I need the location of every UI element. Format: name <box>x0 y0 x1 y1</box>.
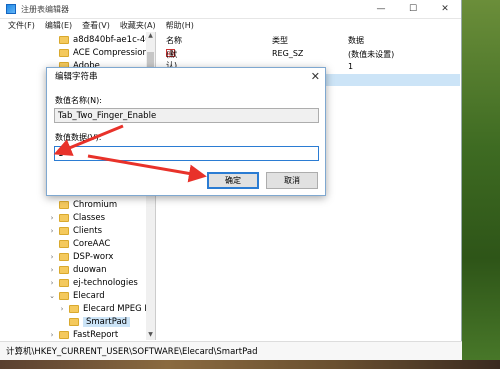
value-data-input[interactable]: 1 <box>54 146 319 161</box>
menu-view[interactable]: 查看(V) <box>82 20 110 31</box>
folder-icon <box>59 240 69 248</box>
window-title: 注册表编辑器 <box>21 4 69 14</box>
tree-item-label: duowan <box>73 265 107 275</box>
value-data-cell: (数值未设置) <box>348 50 395 59</box>
tree-expander[interactable]: ⌄ <box>48 292 56 300</box>
tree-item-label: ej-technologies <box>73 278 138 288</box>
tree-item-label: SmartPad <box>83 317 131 327</box>
edit-string-dialog: 编辑字符串 ✕ 数值名称(N): Tab_Two_Finger_Enable 数… <box>46 67 326 196</box>
tree-expander[interactable]: › <box>58 305 66 313</box>
tree-item-elecard[interactable]: ⌄ Elecard <box>48 290 105 302</box>
folder-icon <box>59 331 69 339</box>
folder-icon <box>59 253 69 261</box>
menu-file[interactable]: 文件(F) <box>8 20 35 31</box>
status-bar-path: 计算机\HKEY_CURRENT_USER\SOFTWARE\Elecard\S… <box>0 341 462 360</box>
tree-expander[interactable]: › <box>48 227 56 235</box>
tree-item[interactable]: CoreAAC <box>48 238 110 250</box>
tree-item-label: ACE Compression Sc <box>73 48 156 58</box>
tree-expander[interactable]: › <box>48 214 56 222</box>
tree-item-label: DSP-worx <box>73 252 114 262</box>
tree-expander[interactable]: › <box>48 266 56 274</box>
folder-icon <box>59 36 69 44</box>
value-type-cell: REG_SZ <box>272 49 304 58</box>
tree-item-label: Clients <box>73 226 103 236</box>
tree-item[interactable]: › Elecard MPEG De <box>58 303 155 315</box>
cancel-button[interactable]: 取消 <box>266 172 318 189</box>
tree-item-smartpad[interactable]: SmartPad <box>58 316 131 328</box>
tree-item-label: Classes <box>73 213 106 223</box>
tree-item[interactable]: › duowan <box>48 264 107 276</box>
menu-edit[interactable]: 编辑(E) <box>45 20 72 31</box>
folder-icon <box>59 49 69 57</box>
column-header-type[interactable]: 类型 <box>272 35 288 46</box>
value-data-cell: 1 <box>348 62 354 71</box>
tree-expander[interactable]: › <box>48 253 56 261</box>
tree-item-label: CoreAAC <box>73 239 111 249</box>
folder-icon <box>59 227 69 235</box>
value-name-label: 数值名称(N): <box>55 96 102 105</box>
scroll-down-icon[interactable]: ▼ <box>146 331 155 340</box>
tree-item-label: a8d840bf-ae1c-4092 <box>73 35 156 45</box>
folder-icon <box>59 279 69 287</box>
folder-icon <box>69 318 79 326</box>
dialog-close-icon[interactable]: ✕ <box>311 70 320 83</box>
column-header-name[interactable]: 名称 <box>166 35 182 46</box>
tree-item-label: FastReport <box>73 330 119 340</box>
taskbar-strip <box>0 360 500 369</box>
tree-item[interactable]: › Clients <box>48 225 102 237</box>
list-row-default[interactable]: ab (默认) REG_SZ (数值未设置) <box>160 49 460 70</box>
maximize-button[interactable]: ☐ <box>397 0 429 18</box>
column-header-data[interactable]: 数据 <box>348 35 364 46</box>
menu-help[interactable]: 帮助(H) <box>166 20 194 31</box>
tree-item[interactable]: › ej-technologies <box>48 277 138 289</box>
title-bar: 注册表编辑器 — ☐ ✕ <box>0 0 461 19</box>
desktop-background <box>462 0 500 369</box>
ok-button[interactable]: 确定 <box>207 172 259 189</box>
value-name-field[interactable]: Tab_Two_Finger_Enable <box>54 108 319 123</box>
tree-item[interactable]: ACE Compression Sc <box>48 47 156 59</box>
folder-icon <box>59 214 69 222</box>
list-header: 名称 类型 数据 <box>160 35 460 47</box>
folder-icon <box>59 201 69 209</box>
menu-bar: 文件(F) 编辑(E) 查看(V) 收藏夹(A) 帮助(H) <box>0 19 461 32</box>
folder-icon <box>69 305 79 313</box>
close-button[interactable]: ✕ <box>429 0 461 18</box>
tree-item[interactable]: a8d840bf-ae1c-4092 <box>48 34 156 46</box>
value-data-label: 数值数据(V): <box>55 133 102 142</box>
folder-icon <box>59 292 69 300</box>
dialog-title: 编辑字符串 <box>55 72 98 82</box>
tree-item[interactable]: › Classes <box>48 212 105 224</box>
tree-item-label: Chromium <box>73 200 118 210</box>
tree-item-label: Elecard <box>73 291 105 301</box>
tree-item[interactable]: › FastReport <box>48 329 119 340</box>
tree-item[interactable]: Chromium <box>48 199 117 211</box>
folder-icon <box>59 266 69 274</box>
scroll-up-icon[interactable]: ▲ <box>146 32 155 41</box>
minimize-button[interactable]: — <box>365 0 397 18</box>
tree-item[interactable]: › DSP-worx <box>48 251 114 263</box>
tree-expander[interactable]: › <box>48 331 56 339</box>
registry-app-icon <box>6 4 16 14</box>
tree-expander[interactable]: › <box>48 279 56 287</box>
menu-favorites[interactable]: 收藏夹(A) <box>120 20 156 31</box>
